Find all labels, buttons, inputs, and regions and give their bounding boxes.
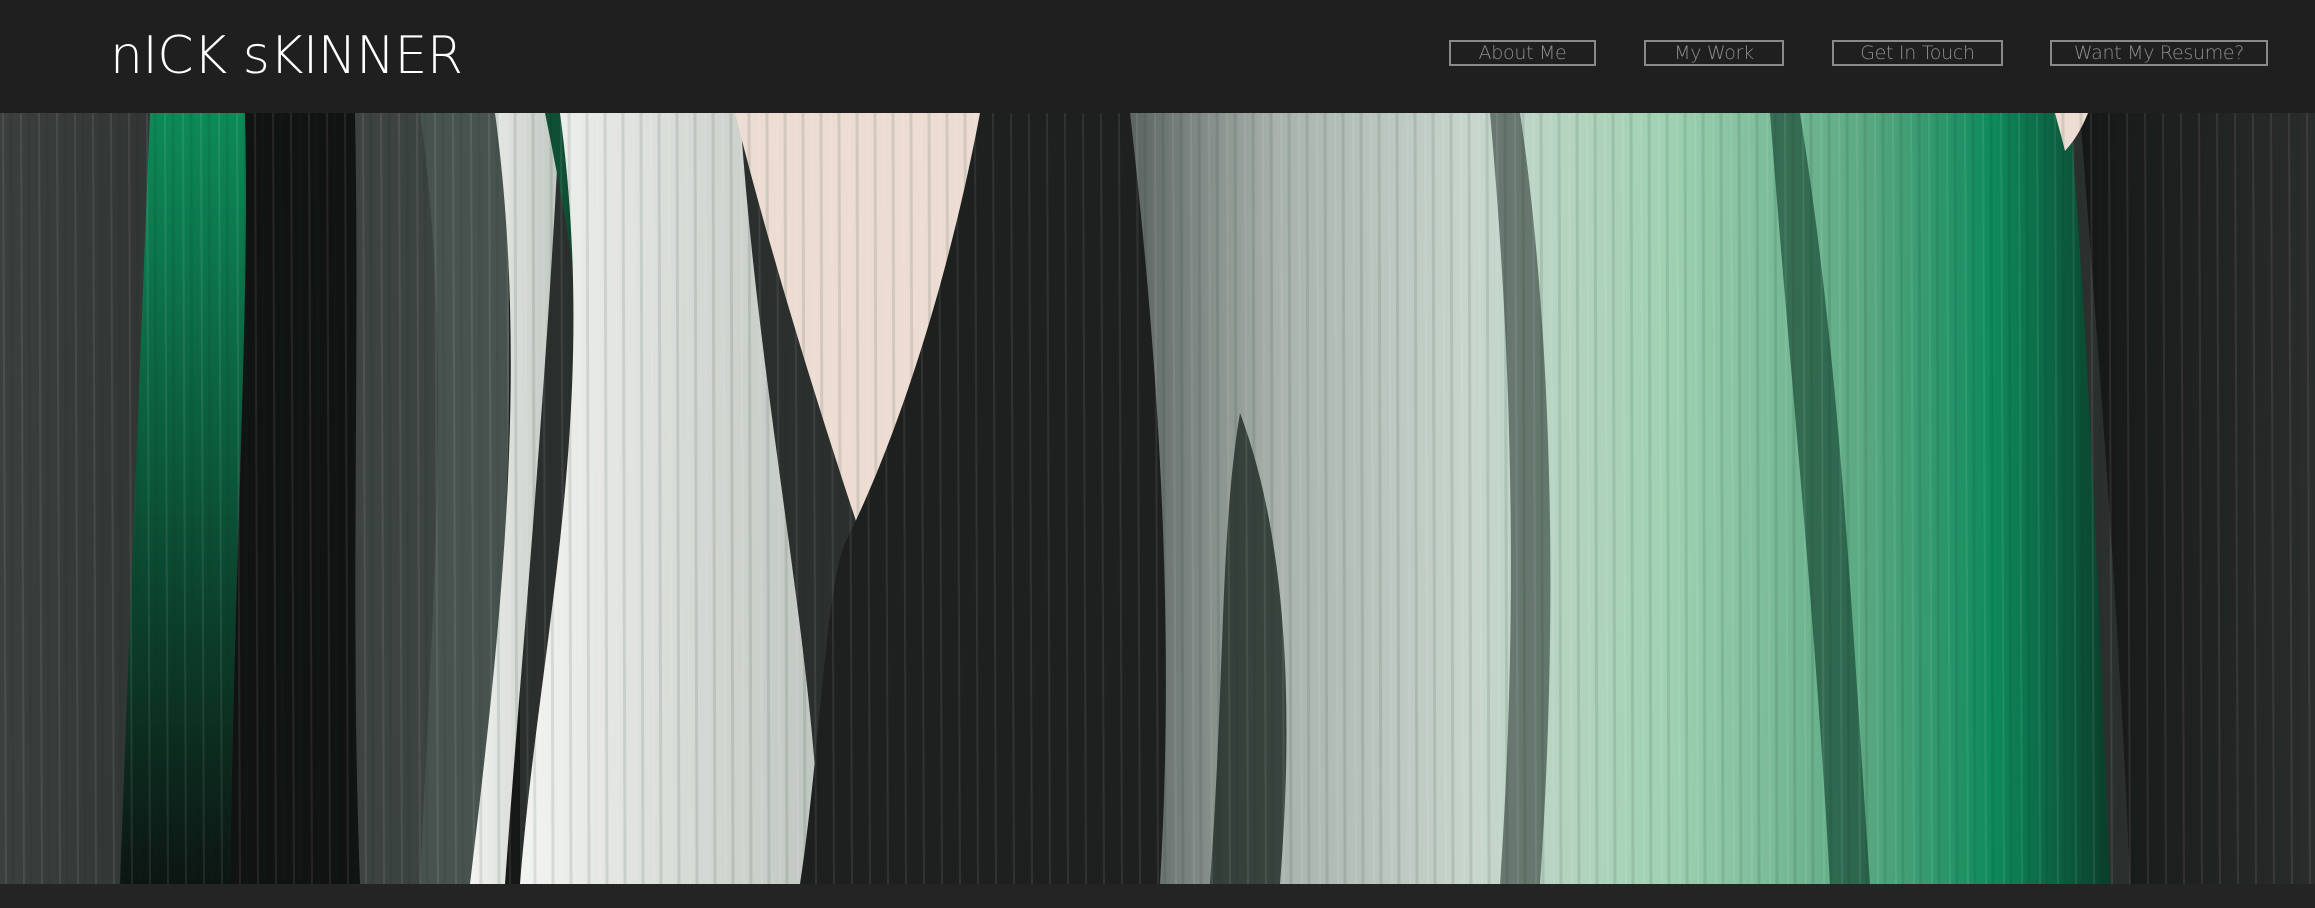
abstract-painting-image — [0, 113, 2315, 884]
site-header: nICK sKINNER About Me My Work Get In Tou… — [0, 0, 2315, 113]
nav-my-work-button[interactable]: My Work — [1644, 40, 1784, 66]
footer-strip — [0, 884, 2315, 908]
site-logo-text[interactable]: nICK sKINNER — [110, 22, 463, 90]
nav-get-in-touch-button[interactable]: Get In Touch — [1832, 40, 2003, 66]
nav-resume-button[interactable]: Want My Resume? — [2050, 40, 2268, 66]
nav-about-me-button[interactable]: About Me — [1449, 40, 1596, 66]
hero-banner — [0, 113, 2315, 884]
